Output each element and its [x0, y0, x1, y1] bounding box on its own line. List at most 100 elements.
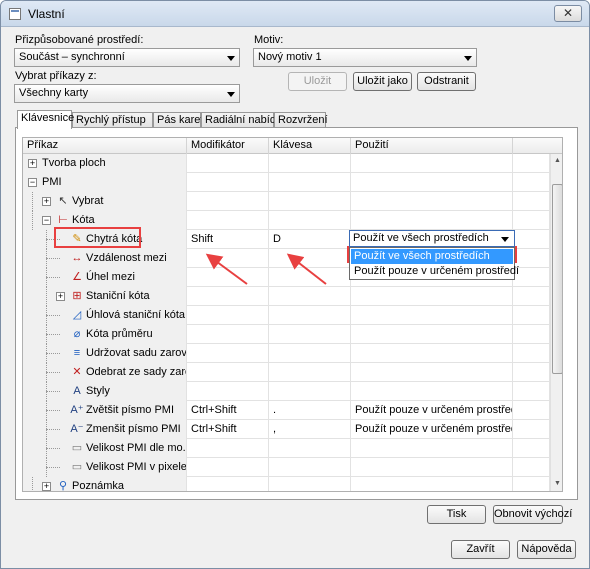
usage-cell[interactable] — [351, 458, 513, 477]
key-cell[interactable] — [269, 382, 351, 401]
command-cell[interactable]: + ⚲ Poznámka — [23, 477, 187, 491]
usage-cell[interactable] — [351, 192, 513, 211]
modifier-cell[interactable] — [187, 477, 269, 491]
command-cell[interactable]: ↔ Vzdálenost mezi — [23, 249, 187, 268]
restore-defaults-button[interactable]: Obnovit výchozí — [493, 505, 572, 524]
modifier-cell[interactable] — [187, 211, 269, 230]
table-row[interactable]: A⁺ Zvětšit písmo PMI Ctrl+Shift. Použít pou… — [23, 401, 550, 420]
command-cell[interactable]: + ↖ Vybrat — [23, 192, 187, 211]
modifier-cell[interactable] — [187, 325, 269, 344]
key-cell[interactable] — [269, 287, 351, 306]
key-cell[interactable] — [269, 325, 351, 344]
modifier-cell[interactable] — [187, 363, 269, 382]
modifier-cell[interactable] — [187, 154, 269, 173]
commands-source-combo[interactable]: Všechny karty — [14, 84, 240, 103]
key-cell[interactable] — [269, 439, 351, 458]
table-row[interactable]: ◿ Úhlová staniční kóta — [23, 306, 550, 325]
help-button[interactable]: Nápověda — [517, 540, 576, 559]
key-cell[interactable]: D — [269, 230, 351, 249]
table-row[interactable]: ▭ Velikost PMI dle mo... — [23, 439, 550, 458]
command-cell[interactable]: ≡ Udržovat sadu zarov... — [23, 344, 187, 363]
tab-radial-menu[interactable]: Radiální nabídka — [201, 112, 288, 128]
vertical-scrollbar[interactable]: ▲ ▼ — [550, 154, 562, 491]
table-row[interactable]: A⁻ Zmenšit písmo PMI Ctrl+Shift, Použít pou… — [23, 420, 550, 439]
modifier-cell[interactable] — [187, 344, 269, 363]
key-cell[interactable]: . — [269, 401, 351, 420]
key-cell[interactable] — [269, 192, 351, 211]
key-cell[interactable] — [269, 363, 351, 382]
tab-ribbon[interactable]: Pás karet — [153, 112, 203, 128]
command-cell[interactable]: + Tvorba ploch — [23, 154, 187, 173]
scroll-up-icon[interactable]: ▲ — [551, 154, 562, 168]
key-cell[interactable] — [269, 173, 351, 192]
command-cell[interactable]: − PMI — [23, 173, 187, 192]
command-cell[interactable]: A Styly — [23, 382, 187, 401]
close-window-button[interactable]: ✕ — [554, 5, 582, 22]
table-row[interactable]: + ↖ Vybrat — [23, 192, 550, 211]
modifier-cell[interactable] — [187, 439, 269, 458]
key-cell[interactable] — [269, 458, 351, 477]
modifier-cell[interactable] — [187, 458, 269, 477]
key-cell[interactable] — [269, 211, 351, 230]
expand-icon[interactable]: + — [42, 482, 51, 491]
usage-cell[interactable]: Použít pouze v určeném prostředí — [351, 401, 513, 420]
usage-cell[interactable] — [351, 287, 513, 306]
modifier-cell[interactable] — [187, 382, 269, 401]
save-as-button[interactable]: Uložit jako — [353, 72, 412, 91]
column-header-command[interactable]: Příkaz — [23, 138, 187, 154]
key-cell[interactable] — [269, 249, 351, 268]
table-row[interactable]: + Tvorba ploch — [23, 154, 550, 173]
usage-cell[interactable] — [351, 173, 513, 192]
modifier-cell[interactable] — [187, 173, 269, 192]
save-button[interactable]: Uložit — [288, 72, 347, 91]
key-cell[interactable] — [269, 268, 351, 287]
column-header-usage[interactable]: Použití — [351, 138, 513, 154]
key-cell[interactable] — [269, 154, 351, 173]
tab-keyboard[interactable]: Klávesnice — [17, 110, 74, 129]
modifier-cell[interactable] — [187, 192, 269, 211]
modifier-cell[interactable] — [187, 268, 269, 287]
usage-cell[interactable] — [351, 363, 513, 382]
usage-cell[interactable] — [351, 211, 513, 230]
expand-icon[interactable]: + — [28, 159, 37, 168]
usage-cell[interactable]: Použít pouze v určeném prostředí — [351, 420, 513, 439]
table-row[interactable]: ▭Velikost PMI v pixelech — [23, 458, 550, 477]
table-row[interactable]: + ⊞ Staniční kóta — [23, 287, 550, 306]
usage-option-specific-environment[interactable]: Použít pouze v určeném prostředí — [351, 264, 519, 279]
key-cell[interactable] — [269, 477, 351, 491]
expand-icon[interactable]: + — [42, 197, 51, 206]
usage-cell[interactable] — [351, 154, 513, 173]
command-cell[interactable]: ∠ Úhel mezi — [23, 268, 187, 287]
key-cell[interactable] — [269, 306, 351, 325]
remove-button[interactable]: Odstranit — [417, 72, 476, 91]
modifier-cell[interactable]: Ctrl+Shift — [187, 401, 269, 420]
modifier-cell[interactable]: Shift — [187, 230, 269, 249]
usage-cell[interactable] — [351, 306, 513, 325]
command-cell[interactable]: ▭Velikost PMI v pixelech — [23, 458, 187, 477]
command-cell[interactable]: + ⊞ Staniční kóta — [23, 287, 187, 306]
modifier-cell[interactable] — [187, 287, 269, 306]
scroll-thumb[interactable] — [552, 184, 562, 374]
usage-cell[interactable] — [351, 439, 513, 458]
motiv-combo[interactable]: Nový motiv 1 — [253, 48, 477, 67]
table-row[interactable]: ≡ Udržovat sadu zarov... — [23, 344, 550, 363]
environment-combo[interactable]: Součást – synchronní — [14, 48, 240, 67]
modifier-cell[interactable] — [187, 306, 269, 325]
column-header-key[interactable]: Klávesa — [269, 138, 351, 154]
usage-cell[interactable] — [351, 382, 513, 401]
command-cell[interactable]: A⁺ Zvětšit písmo PMI — [23, 401, 187, 420]
close-button[interactable]: Zavřít — [451, 540, 510, 559]
tab-quick-access[interactable]: Rychlý přístup — [72, 112, 153, 128]
column-header-modifier[interactable]: Modifikátor — [187, 138, 269, 154]
command-cell[interactable]: ◿ Úhlová staniční kóta — [23, 306, 187, 325]
usage-option-all-environments[interactable]: Použít ve všech prostředích — [351, 249, 513, 264]
command-cell[interactable]: A⁻ Zmenšit písmo PMI — [23, 420, 187, 439]
table-row[interactable]: ✕ Odebrat ze sady zaro... — [23, 363, 550, 382]
table-row[interactable]: ⌀ Kóta průměru — [23, 325, 550, 344]
table-row[interactable]: − PMI — [23, 173, 550, 192]
collapse-icon[interactable]: − — [28, 178, 37, 187]
usage-cell[interactable] — [351, 325, 513, 344]
scroll-down-icon[interactable]: ▼ — [551, 477, 562, 491]
usage-cell[interactable] — [351, 477, 513, 491]
key-cell[interactable] — [269, 344, 351, 363]
